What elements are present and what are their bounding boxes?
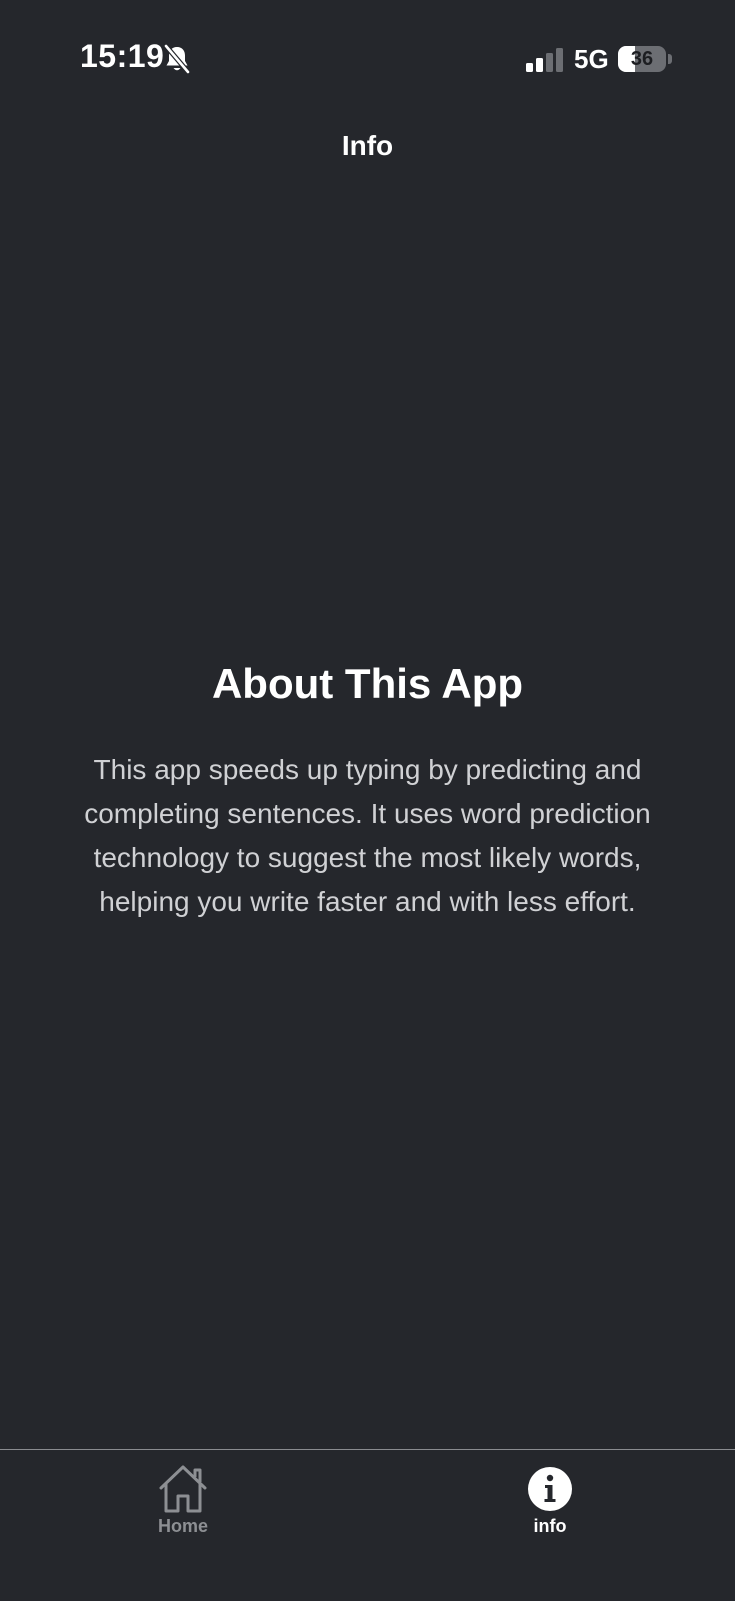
- tab-info[interactable]: info: [470, 1464, 630, 1544]
- home-icon: [159, 1465, 207, 1513]
- about-description: This app speeds up typing by predicting …: [84, 754, 651, 917]
- battery-level: 36: [630, 48, 654, 70]
- signal-icon: [526, 48, 563, 72]
- about-title: About This App: [211, 660, 524, 707]
- tab-home-label: Home: [157, 1516, 208, 1536]
- battery-icon: 36: [618, 46, 666, 72]
- status-bar: 15:19 5G 36: [0, 0, 735, 120]
- battery-nub: [668, 54, 672, 64]
- info-icon: [528, 1467, 572, 1511]
- tab-info-label: info: [533, 1516, 567, 1536]
- tab-bar: Home info: [0, 1449, 735, 1601]
- status-time: 15:19: [80, 38, 165, 74]
- about-section: About This App This app speeds up typing…: [60, 660, 675, 924]
- bell-slash-icon: [164, 44, 190, 74]
- tab-home[interactable]: Home: [103, 1464, 263, 1544]
- network-type: 5G: [574, 44, 609, 74]
- page-title: Info: [341, 130, 394, 161]
